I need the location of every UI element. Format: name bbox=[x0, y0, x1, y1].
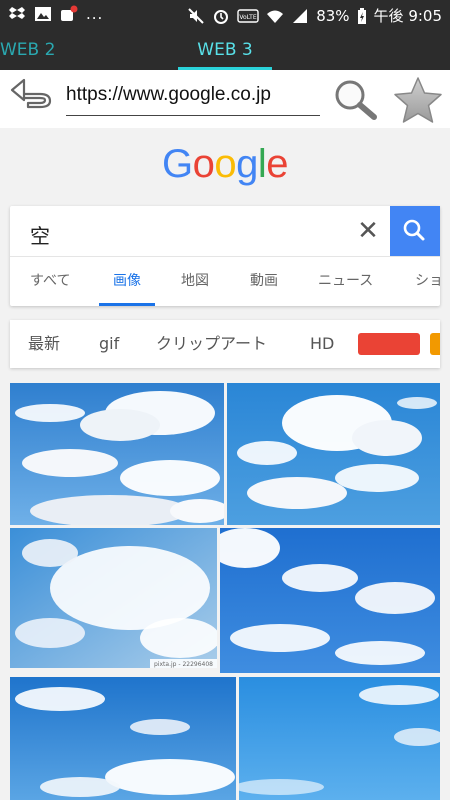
google-tabs: すべて 画像 地図 動画 ニュース ショ bbox=[10, 257, 440, 306]
tab-news[interactable]: ニュース bbox=[318, 257, 373, 306]
battery-percent: 83% bbox=[316, 6, 350, 25]
star-icon bbox=[394, 77, 442, 123]
image-icon bbox=[34, 5, 52, 23]
logo-letter: o bbox=[214, 142, 237, 186]
magnifier-icon bbox=[335, 80, 377, 120]
logo-letter: o bbox=[192, 142, 215, 186]
logo-letter: G bbox=[161, 142, 193, 186]
search-submit-button[interactable] bbox=[390, 206, 440, 256]
signal-icon bbox=[291, 7, 309, 25]
tab-all[interactable]: すべて bbox=[30, 257, 70, 306]
clock: 午後 9:05 bbox=[373, 7, 442, 25]
tab-shopping[interactable]: ショ bbox=[415, 257, 440, 306]
status-right: VoLTE 83% 午後 9:05 bbox=[187, 5, 442, 26]
filter-bar: 最新 gif クリップアート HD bbox=[10, 320, 440, 368]
image-watermark: pixta.jp - 22296408 bbox=[154, 661, 213, 668]
search-input[interactable]: 空 bbox=[30, 220, 50, 249]
logo-letter: l bbox=[257, 142, 267, 186]
alarm-icon bbox=[212, 7, 230, 25]
tab-web2[interactable]: WEB 2 bbox=[0, 30, 55, 70]
wifi-icon bbox=[266, 7, 284, 25]
image-result[interactable] bbox=[10, 677, 236, 800]
image-result[interactable] bbox=[220, 528, 440, 673]
google-logo: Google bbox=[0, 142, 450, 187]
overflow-indicator: ... bbox=[86, 5, 104, 23]
logo-letter: g bbox=[236, 142, 258, 186]
url-field[interactable]: https://www.google.co.jp bbox=[66, 84, 320, 116]
color-chip-red[interactable] bbox=[358, 333, 420, 355]
color-chip-orange[interactable] bbox=[430, 333, 440, 355]
chip-clipart[interactable]: クリップアート bbox=[156, 320, 267, 368]
search-button[interactable] bbox=[330, 76, 382, 122]
battery-icon bbox=[357, 7, 367, 25]
tab-web3[interactable]: WEB 3 bbox=[178, 30, 272, 70]
clear-search-button[interactable]: ✕ bbox=[355, 218, 381, 244]
image-result[interactable] bbox=[239, 677, 440, 800]
mute-icon bbox=[187, 7, 205, 25]
search-icon bbox=[403, 219, 425, 241]
chip-latest[interactable]: 最新 bbox=[28, 320, 60, 368]
back-arrow-icon bbox=[10, 78, 52, 109]
tab-videos[interactable]: 動画 bbox=[250, 257, 278, 306]
browser-tab-bar: WEB 2 WEB 3 bbox=[0, 30, 450, 70]
tab-maps[interactable]: 地図 bbox=[181, 257, 209, 306]
bookmark-button[interactable] bbox=[392, 76, 444, 124]
chip-hd[interactable]: HD bbox=[310, 320, 334, 368]
back-button[interactable] bbox=[8, 78, 56, 118]
browser-toolbar: https://www.google.co.jp bbox=[0, 70, 450, 128]
image-result[interactable] bbox=[10, 383, 224, 525]
dropbox-icon bbox=[8, 5, 26, 23]
image-result[interactable] bbox=[227, 383, 440, 525]
search-card: 空 ✕ すべて 画像 地図 動画 ニュース ショ bbox=[10, 206, 440, 306]
status-left: ... bbox=[8, 5, 103, 23]
chip-gif[interactable]: gif bbox=[99, 320, 119, 368]
image-result[interactable]: pixta.jp - 22296408 bbox=[10, 528, 217, 668]
tab-images[interactable]: 画像 bbox=[99, 257, 155, 306]
volte-icon: VoLTE bbox=[237, 7, 259, 25]
status-bar: ... VoLTE 83% 午後 9:05 bbox=[0, 0, 450, 30]
svg-text:VoLTE: VoLTE bbox=[240, 14, 257, 21]
logo-letter: e bbox=[266, 142, 288, 186]
notification-icon bbox=[60, 5, 78, 23]
